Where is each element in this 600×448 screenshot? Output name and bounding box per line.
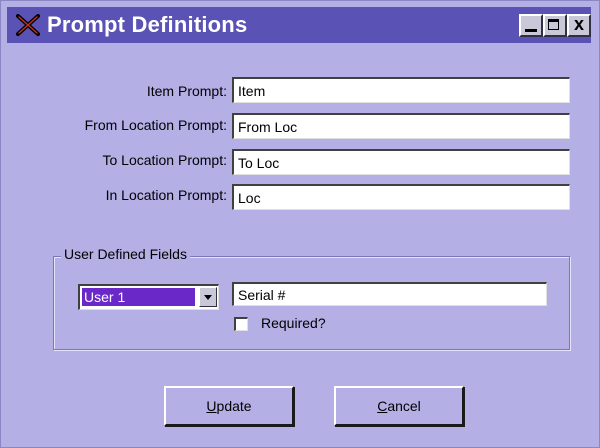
update-mnemonic: U <box>206 398 217 414</box>
to-location-prompt-label: To Location Prompt: <box>102 152 227 168</box>
close-button[interactable]: x <box>567 14 591 37</box>
minimize-button[interactable] <box>519 14 543 37</box>
from-location-prompt-field[interactable]: From Loc <box>232 113 570 139</box>
update-label: pdate <box>216 398 252 414</box>
prompt-definitions-window: Prompt Definitions x Item Prompt: Item F… <box>0 0 600 448</box>
window-title: Prompt Definitions <box>47 12 248 37</box>
from-location-prompt-label: From Location Prompt: <box>84 117 227 133</box>
title-bar[interactable]: Prompt Definitions x <box>7 7 591 43</box>
in-location-prompt-field[interactable]: Loc <box>232 184 570 210</box>
cancel-button[interactable]: Cancel <box>334 386 464 426</box>
cancel-label: ancel <box>387 398 421 414</box>
user-field-dropdown[interactable]: User 1 <box>78 284 219 310</box>
item-prompt-field[interactable]: Item <box>232 77 570 103</box>
in-location-prompt-label: In Location Prompt: <box>105 187 227 203</box>
required-checkbox-label[interactable]: Required? <box>261 315 326 331</box>
update-button[interactable]: Update <box>164 386 294 426</box>
chevron-down-icon[interactable] <box>199 287 217 307</box>
user-defined-fields-label: User Defined Fields <box>61 246 190 262</box>
app-icon <box>15 12 41 38</box>
item-prompt-label: Item Prompt: <box>146 83 227 99</box>
to-location-prompt-field[interactable]: To Loc <box>232 149 570 175</box>
close-icon: x <box>573 14 584 34</box>
maximize-button[interactable] <box>543 14 567 37</box>
required-checkbox[interactable] <box>234 317 248 331</box>
user-field-selected-value: User 1 <box>82 288 195 306</box>
cancel-mnemonic: C <box>377 398 388 414</box>
user-field-value-input[interactable]: Serial # <box>232 282 547 306</box>
